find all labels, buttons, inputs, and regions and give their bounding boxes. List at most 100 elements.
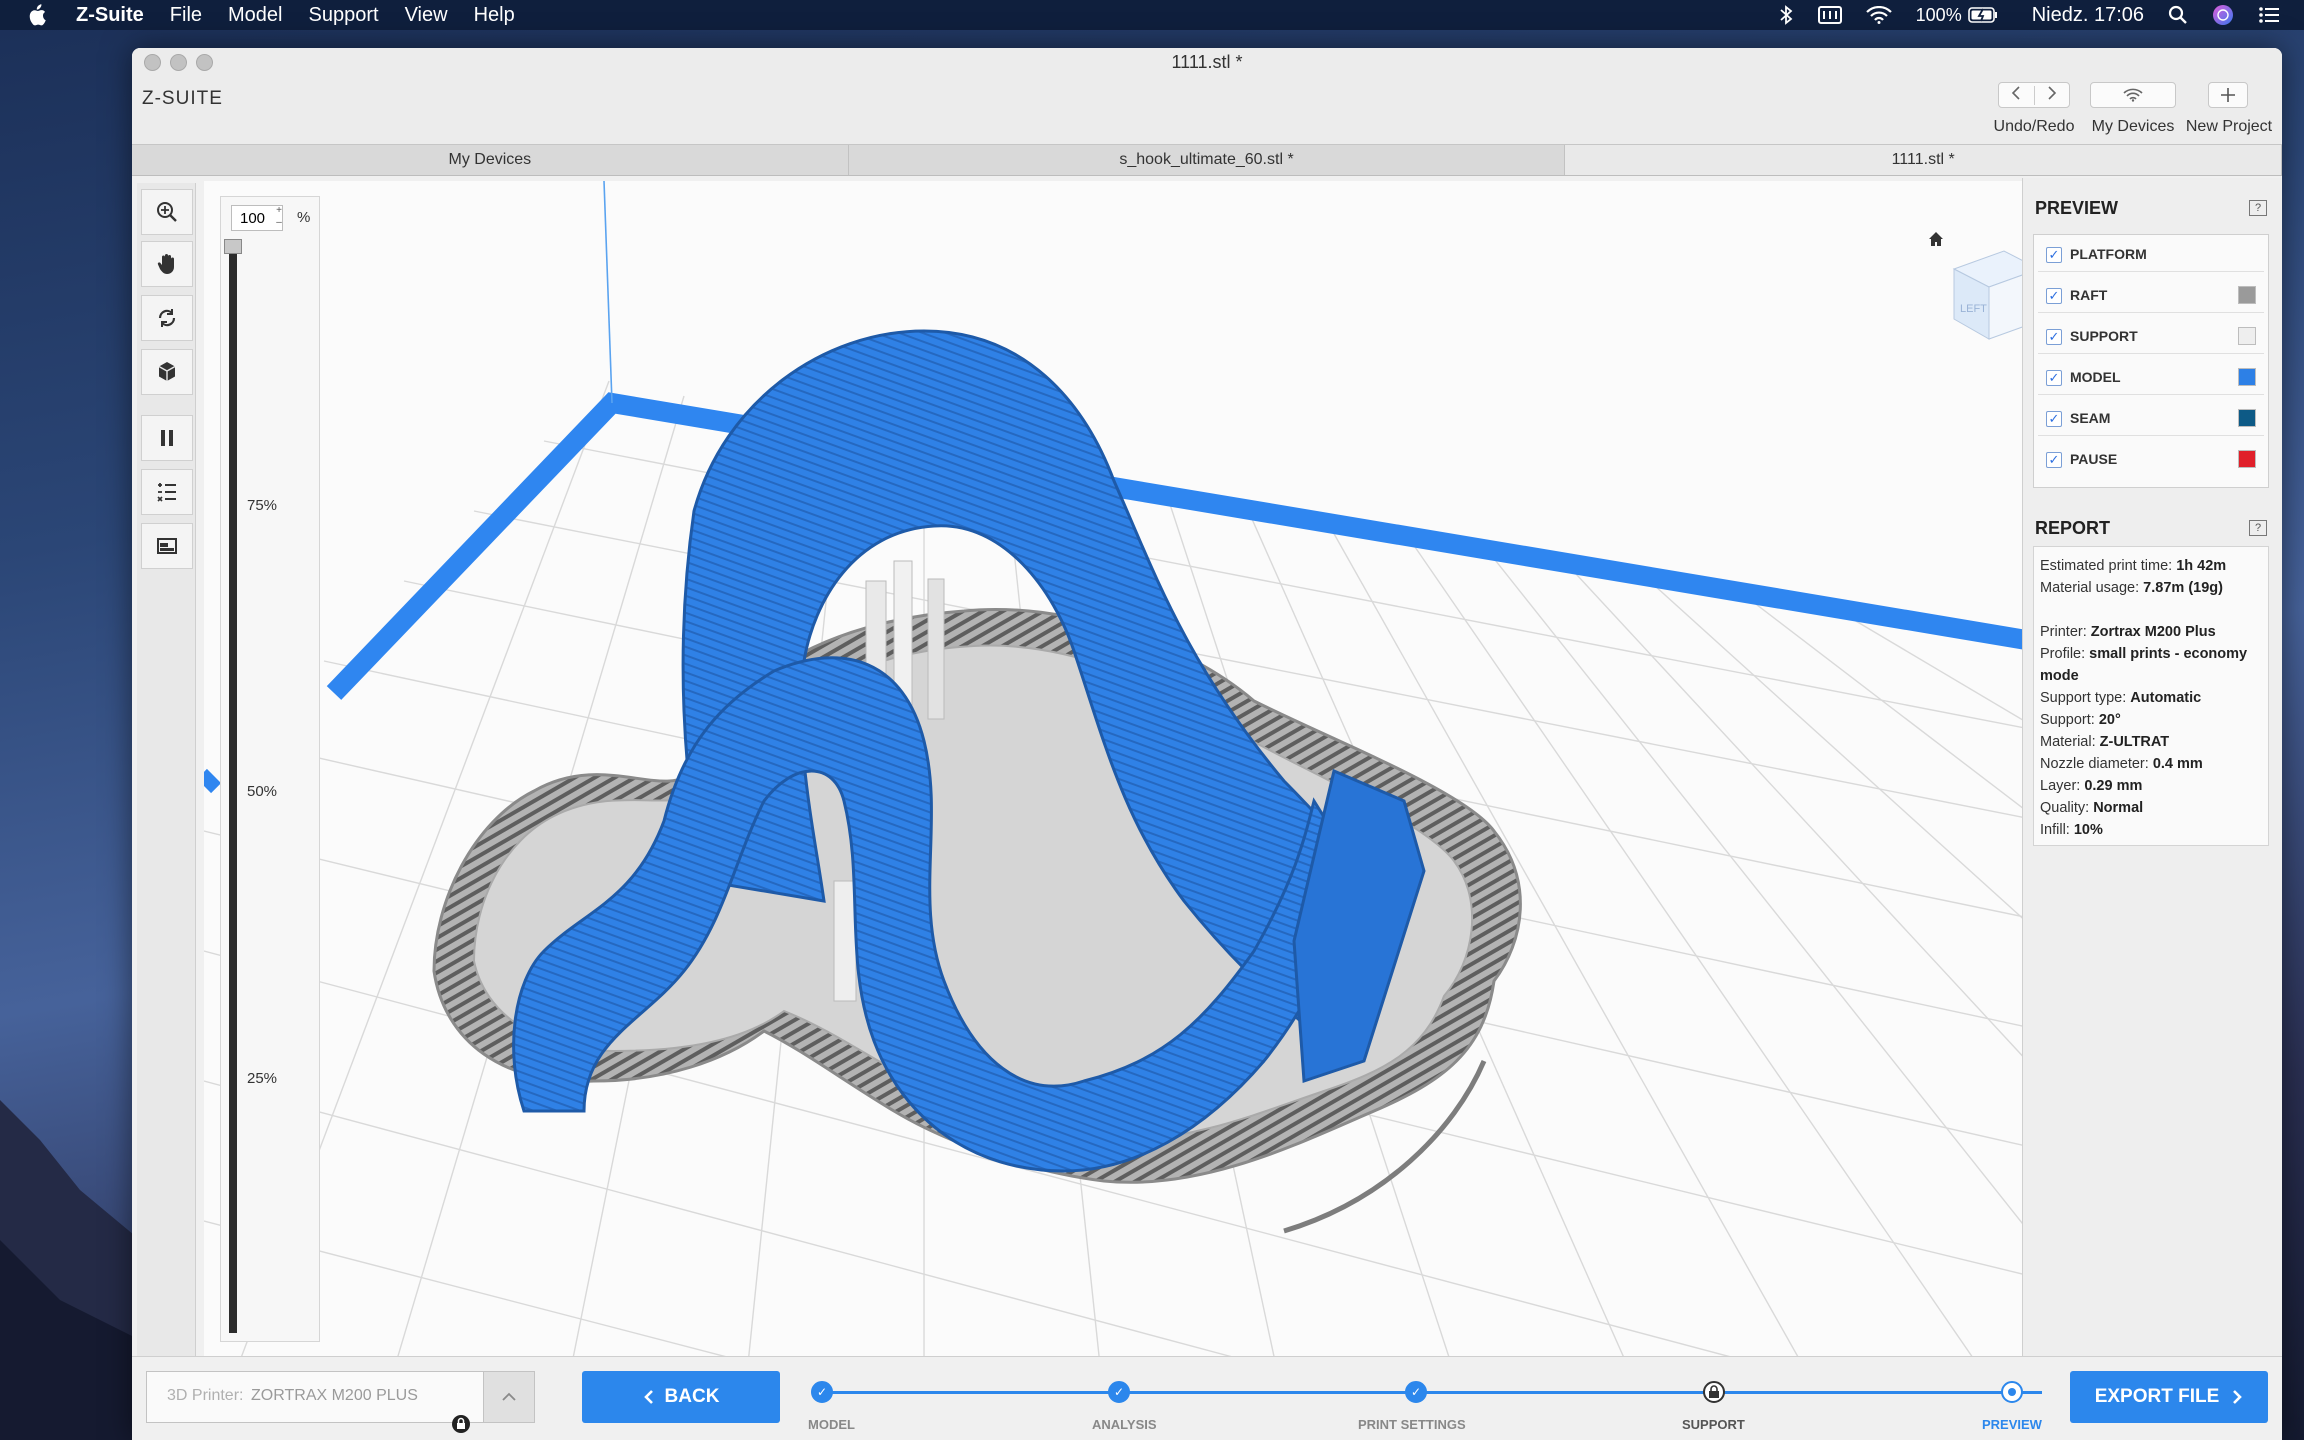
report-support-type: Automatic: [2130, 690, 2202, 706]
preview-item-support[interactable]: ✓ SUPPORT: [2038, 319, 2264, 354]
layer-zoom-stepper[interactable]: + –: [273, 205, 285, 231]
pause-tool-button[interactable]: [141, 415, 193, 461]
report-title: REPORT: [2035, 518, 2111, 538]
preview-item-raft[interactable]: ✓ RAFT: [2038, 278, 2264, 313]
undo-button[interactable]: [1999, 85, 2035, 105]
wifi-icon: [2123, 88, 2143, 102]
pan-tool-button[interactable]: [141, 241, 193, 287]
menu-model[interactable]: Model: [228, 4, 282, 27]
chevron-left-icon: [2012, 85, 2020, 100]
keyboard-icon[interactable]: [1817, 6, 1842, 24]
report-support-label: Support:: [2040, 712, 2095, 728]
layer-mark-50: 50%: [247, 783, 278, 800]
spotlight-search-icon[interactable]: [2168, 5, 2188, 25]
step-print-settings-label[interactable]: PRINT SETTINGS: [1358, 1417, 1466, 1432]
support-checkbox[interactable]: ✓: [2046, 329, 2062, 345]
redo-button[interactable]: [2035, 85, 2070, 105]
tab-1111[interactable]: 1111.stl *: [1565, 145, 2282, 175]
undo-redo-control: [1998, 82, 2070, 108]
report-material-usage-label: Material usage:: [2040, 580, 2140, 596]
list-settings-icon: [157, 483, 176, 502]
printer-dropdown-button[interactable]: [483, 1371, 535, 1423]
back-button[interactable]: BACK: [582, 1371, 780, 1423]
report-infill: 10%: [2073, 822, 2103, 838]
my-devices-button[interactable]: [2090, 82, 2176, 108]
step-preview-marker[interactable]: [2001, 1381, 2023, 1403]
seam-color-swatch[interactable]: [2238, 409, 2256, 427]
view-cube-tool-button[interactable]: [141, 349, 193, 395]
report-material-label: Material:: [2040, 734, 2096, 750]
export-file-button[interactable]: EXPORT FILE: [2070, 1371, 2268, 1423]
apple-icon[interactable]: [28, 4, 46, 26]
layer-view-tool-button[interactable]: [141, 523, 193, 569]
step-support-label[interactable]: SUPPORT: [1682, 1417, 1745, 1432]
step-analysis-label[interactable]: ANALYSIS: [1092, 1417, 1157, 1432]
preview-item-platform[interactable]: ✓ PLATFORM: [2038, 237, 2264, 272]
preview-item-label: PAUSE: [2070, 451, 2118, 467]
menu-app-name[interactable]: Z-Suite: [76, 4, 144, 27]
layer-mark-25: 25%: [247, 1070, 278, 1087]
printer-selector[interactable]: 3D Printer: ZORTRAX M200 PLUS: [146, 1371, 535, 1433]
report-printer: Zortrax M200 Plus: [2090, 624, 2216, 640]
menu-view[interactable]: View: [405, 4, 448, 27]
wifi-icon[interactable]: [1865, 6, 1892, 24]
report-quality-label: Quality:: [2040, 800, 2090, 816]
report-nozzle: 0.4 mm: [2152, 756, 2203, 772]
preview-item-model[interactable]: ✓ MODEL: [2038, 360, 2264, 395]
printer-name: ZORTRAX M200 PLUS: [251, 1387, 418, 1404]
platform-checkbox[interactable]: ✓: [2046, 247, 2062, 263]
preview-layer-list: ✓ PLATFORM ✓ RAFT ✓ SUPPORT ✓ MODEL ✓ SE…: [2033, 234, 2269, 488]
menu-support[interactable]: Support: [309, 4, 379, 27]
siri-icon[interactable]: [2212, 4, 2234, 26]
right-panel: PREVIEW ? ✓ PLATFORM ✓ RAFT ✓ SUPPORT ✓ …: [2022, 178, 2282, 1358]
report-support: 20°: [2098, 712, 2121, 728]
step-print-settings-marker[interactable]: ✓: [1405, 1381, 1427, 1403]
step-preview-label[interactable]: PREVIEW: [1982, 1417, 2042, 1432]
support-color-swatch[interactable]: [2238, 327, 2256, 345]
menu-file[interactable]: File: [170, 4, 202, 27]
model-checkbox[interactable]: ✓: [2046, 370, 2062, 386]
step-support-marker[interactable]: [1703, 1381, 1725, 1403]
3d-viewport[interactable]: LEFT: [204, 181, 2092, 1403]
preview-help-icon[interactable]: ?: [2249, 200, 2267, 216]
report-layer-label: Layer:: [2040, 778, 2081, 794]
seam-checkbox[interactable]: ✓: [2046, 411, 2062, 427]
preview-item-pause[interactable]: ✓ PAUSE: [2038, 442, 2264, 476]
chevron-left-icon: [643, 1390, 653, 1404]
new-project-label: New Project: [2185, 118, 2273, 135]
pause-checkbox[interactable]: ✓: [2046, 452, 2062, 468]
menu-help[interactable]: Help: [474, 4, 515, 27]
view-toolbar: [137, 183, 196, 1401]
platform-edge: [326, 392, 2092, 700]
menubar-clock[interactable]: Niedz. 17:06: [2032, 4, 2144, 27]
preview-item-seam[interactable]: ✓ SEAM: [2038, 401, 2264, 436]
settings-list-tool-button[interactable]: [141, 469, 193, 515]
plus-icon: [2221, 88, 2235, 102]
layer-slider-track[interactable]: [229, 243, 237, 1333]
tab-s-hook[interactable]: s_hook_ultimate_60.stl *: [849, 145, 1566, 175]
preview-item-label: PLATFORM: [2070, 246, 2147, 262]
step-analysis-marker[interactable]: ✓: [1108, 1381, 1130, 1403]
new-project-button[interactable]: [2208, 82, 2248, 108]
zoom-tool-button[interactable]: [141, 189, 193, 235]
back-label: BACK: [664, 1386, 720, 1407]
control-center-icon[interactable]: [2258, 6, 2280, 24]
tab-my-devices[interactable]: My Devices: [132, 145, 849, 175]
pause-color-swatch[interactable]: [2238, 450, 2256, 468]
raft-color-swatch[interactable]: [2238, 286, 2256, 304]
layer-slider-thumb[interactable]: [224, 239, 242, 254]
raft-checkbox[interactable]: ✓: [2046, 288, 2062, 304]
window-title: 1111.stl *: [1171, 52, 1243, 72]
report-help-icon[interactable]: ?: [2249, 520, 2267, 536]
rotate-tool-button[interactable]: [141, 295, 193, 341]
step-model-marker[interactable]: ✓: [811, 1381, 833, 1403]
print-preview-scene[interactable]: [204, 181, 2092, 1403]
bluetooth-icon[interactable]: [1778, 5, 1794, 25]
report-support-type-label: Support type:: [2040, 690, 2127, 706]
model-color-swatch[interactable]: [2238, 368, 2256, 386]
step-model-label[interactable]: MODEL: [808, 1417, 855, 1432]
chevron-right-icon: [2233, 1390, 2243, 1404]
report-profile-label: Profile:: [2040, 646, 2086, 662]
battery-icon[interactable]: [1967, 7, 1998, 23]
layer-zoom-unit: %: [297, 209, 311, 226]
